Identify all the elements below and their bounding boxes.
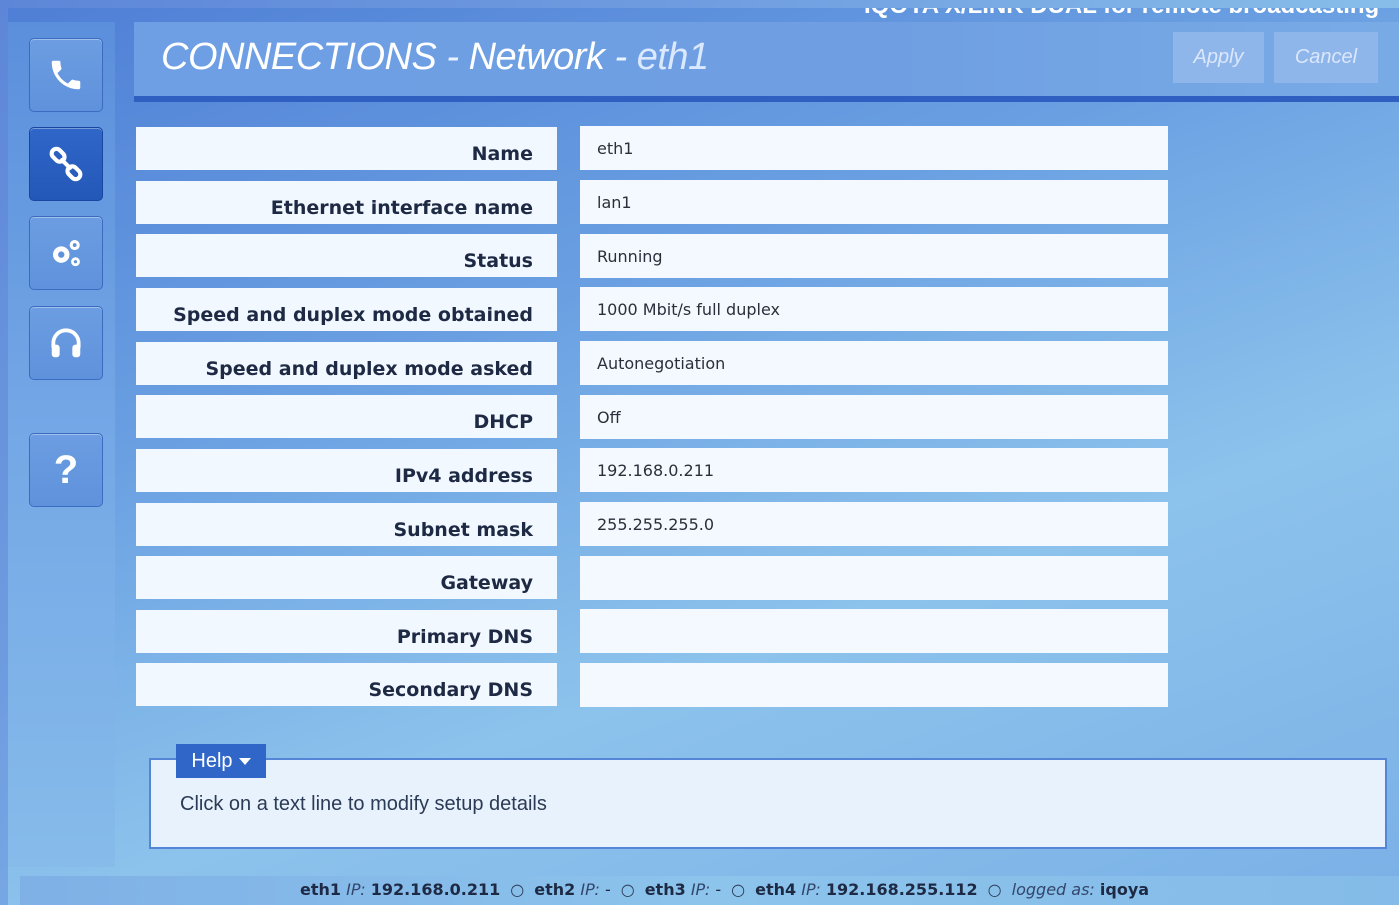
sidebar-item-phone[interactable] (29, 38, 103, 112)
eth4-ip: 192.168.255.112 (825, 880, 978, 899)
cancel-button[interactable]: Cancel (1274, 32, 1378, 83)
product-title: IQOYA X/LINK DUAL for remote broadcastin… (864, 8, 1379, 20)
row-value-gateway[interactable] (580, 556, 1168, 600)
title-separator: - (604, 36, 637, 78)
row-label-speed-asked[interactable]: Speed and duplex mode asked (136, 342, 557, 385)
row-value-dhcp[interactable]: Off (580, 395, 1168, 439)
help-tab-label: Help (191, 749, 233, 772)
caret-down-icon (238, 757, 251, 765)
apply-button[interactable]: Apply (1173, 32, 1264, 83)
row-label-primary-dns[interactable]: Primary DNS (136, 610, 557, 653)
username: iqoya (1099, 880, 1150, 899)
row-value-ipv4-address[interactable]: 192.168.0.211 (580, 448, 1168, 492)
row-label-gateway[interactable]: Gateway (136, 556, 557, 599)
status-bar: eth1 IP: 192.168.0.211 ○ eth2 IP: - ○ eth3 I… (20, 876, 1399, 905)
title-section: Network (468, 36, 605, 78)
row-label-secondary-dns[interactable]: Secondary DNS (136, 663, 557, 706)
sidebar-item-audio[interactable] (29, 306, 103, 380)
row-label-subnet-mask[interactable]: Subnet mask (136, 503, 557, 546)
row-label-ethernet-interface[interactable]: Ethernet interface name (136, 181, 557, 224)
status-bar-content: eth1 IP: 192.168.0.211 ○ eth2 IP: - ○ eth3 I… (300, 880, 1149, 899)
row-value-ethernet-interface[interactable]: lan1 (580, 180, 1168, 224)
separator-dot-icon: ○ (987, 880, 1002, 899)
eth2-ip: - (604, 880, 611, 899)
row-value-name[interactable]: eth1 (580, 126, 1168, 170)
row-value-primary-dns[interactable] (580, 609, 1168, 653)
eth4-name: eth4 (755, 880, 797, 899)
header-divider (134, 96, 1399, 102)
help-text: Click on a text line to modify setup det… (180, 793, 547, 815)
eth3-ip: - (715, 880, 722, 899)
ip-label: IP: (690, 880, 711, 899)
title-sub: eth1 (636, 36, 709, 78)
row-value-speed-obtained[interactable]: 1000 Mbit/s full duplex (580, 287, 1168, 331)
sidebar-item-connections[interactable] (29, 127, 103, 201)
phone-icon (51, 60, 81, 90)
row-label-speed-obtained[interactable]: Speed and duplex mode obtained (136, 288, 557, 331)
row-value-subnet-mask[interactable]: 255.255.255.0 (580, 502, 1168, 546)
separator-dot-icon: ○ (510, 880, 525, 899)
product-title-strip: IQOYA X/LINK DUAL for remote broadcastin… (134, 8, 1399, 22)
title-main: CONNECTIONS (161, 36, 437, 78)
link-icon (49, 146, 83, 182)
row-value-speed-asked[interactable]: Autonegotiation (580, 341, 1168, 385)
page-title: CONNECTIONS - Network - eth1 (161, 36, 709, 79)
sidebar-item-settings[interactable] (29, 216, 103, 290)
help-icon: ? (53, 447, 79, 492)
eth1-name: eth1 (300, 880, 342, 899)
separator-dot-icon: ○ (731, 880, 746, 899)
row-label-ipv4-address[interactable]: IPv4 address (136, 449, 557, 492)
row-label-status[interactable]: Status (136, 234, 557, 277)
help-toggle-button[interactable]: Help (176, 744, 266, 778)
page-header: CONNECTIONS - Network - eth1 Apply Cance… (134, 22, 1399, 96)
logged-as-label: logged as: (1011, 880, 1095, 899)
row-label-name[interactable]: Name (136, 127, 557, 170)
ip-label: IP: (580, 880, 600, 899)
title-separator: - (436, 36, 469, 78)
ip-label: IP: (801, 880, 821, 899)
eth2-name: eth2 (534, 880, 576, 899)
headphones-icon (51, 328, 81, 358)
ip-label: IP: (346, 880, 366, 899)
separator-dot-icon: ○ (620, 880, 635, 899)
eth3-name: eth3 (644, 880, 686, 899)
gears-icon (53, 240, 80, 267)
row-value-secondary-dns[interactable] (580, 663, 1168, 707)
row-label-dhcp[interactable]: DHCP (136, 395, 557, 438)
eth1-ip: 192.168.0.211 (370, 880, 501, 899)
row-value-status[interactable]: Running (580, 234, 1168, 278)
sidebar-item-help[interactable]: ? (29, 433, 103, 507)
